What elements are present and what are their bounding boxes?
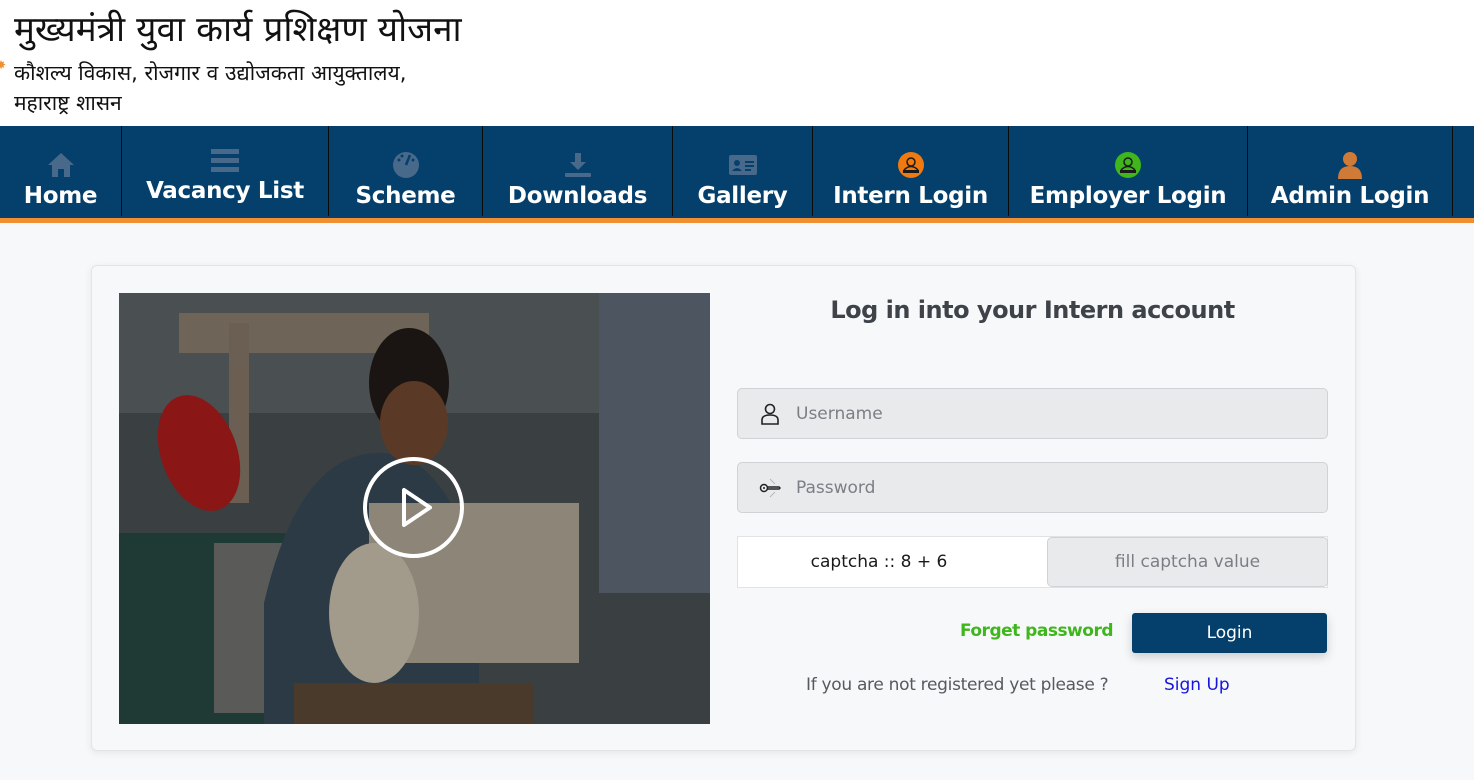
forget-password-link[interactable]: Forget password	[946, 621, 1114, 641]
play-button[interactable]	[363, 457, 464, 558]
nav-label: Gallery	[697, 183, 788, 209]
password-input[interactable]	[796, 463, 1316, 512]
nav-item-downloads[interactable]: Downloads	[483, 126, 672, 218]
nav-label: Admin Login	[1270, 183, 1430, 209]
play-icon	[402, 488, 432, 527]
site-subtitle-government: महाराष्ट्र शासन	[14, 91, 122, 115]
admin-user-icon	[1334, 149, 1366, 181]
captcha-row: captcha :: 8 + 6	[737, 536, 1328, 588]
nav-label: Home	[23, 183, 98, 209]
site-title: मुख्यमंत्री युवा कार्य प्रशिक्षण योजना	[14, 10, 462, 50]
nav-label: Intern Login	[833, 183, 988, 209]
site-header: ✸ मुख्यमंत्री युवा कार्य प्रशिक्षण योजना…	[0, 0, 1474, 126]
nav-item-employer-login[interactable]: Employer Login	[1009, 126, 1247, 218]
captcha-question: captcha :: 8 + 6	[810, 552, 948, 572]
nav-label: Scheme	[355, 183, 456, 209]
site-subtitle-department: कौशल्य विकास, रोजगार व उद्योजकता आयुक्ता…	[14, 61, 407, 85]
login-form-title: Log in into your Intern account	[830, 296, 1235, 324]
promo-video[interactable]	[119, 293, 710, 724]
dashboard-icon	[390, 149, 422, 181]
nav-item-scheme[interactable]: Scheme	[329, 126, 482, 218]
login-button[interactable]: Login	[1132, 613, 1327, 653]
home-icon	[45, 149, 77, 181]
list-icon	[209, 144, 241, 176]
intern-user-icon	[895, 149, 927, 181]
nav-divider	[1452, 126, 1453, 216]
sign-up-link[interactable]: Sign Up	[1164, 675, 1230, 695]
nav-label: Downloads	[507, 183, 648, 209]
decorative-star-icon: ✸	[0, 58, 7, 72]
nav-label: Vacancy List	[146, 178, 304, 204]
captcha-field	[1047, 537, 1328, 587]
nav-item-intern-login[interactable]: Intern Login	[813, 126, 1008, 218]
nav-item-home[interactable]: Home	[0, 126, 121, 218]
download-icon	[562, 149, 594, 181]
main-navigation: Home Vacancy List Scheme Downloads Galle…	[0, 126, 1474, 223]
key-icon	[758, 476, 782, 500]
nav-item-gallery[interactable]: Gallery	[673, 126, 812, 218]
nav-label: Employer Login	[1029, 183, 1227, 209]
password-field	[737, 462, 1328, 513]
captcha-input[interactable]	[1048, 538, 1327, 586]
user-icon	[758, 402, 782, 426]
username-field	[737, 388, 1328, 439]
employer-user-icon	[1112, 149, 1144, 181]
id-card-icon	[727, 149, 759, 181]
nav-item-admin-login[interactable]: Admin Login	[1248, 126, 1452, 218]
nav-item-vacancy-list[interactable]: Vacancy List	[122, 126, 328, 218]
username-input[interactable]	[796, 389, 1316, 438]
register-prompt: If you are not registered yet please ?	[806, 675, 1109, 695]
